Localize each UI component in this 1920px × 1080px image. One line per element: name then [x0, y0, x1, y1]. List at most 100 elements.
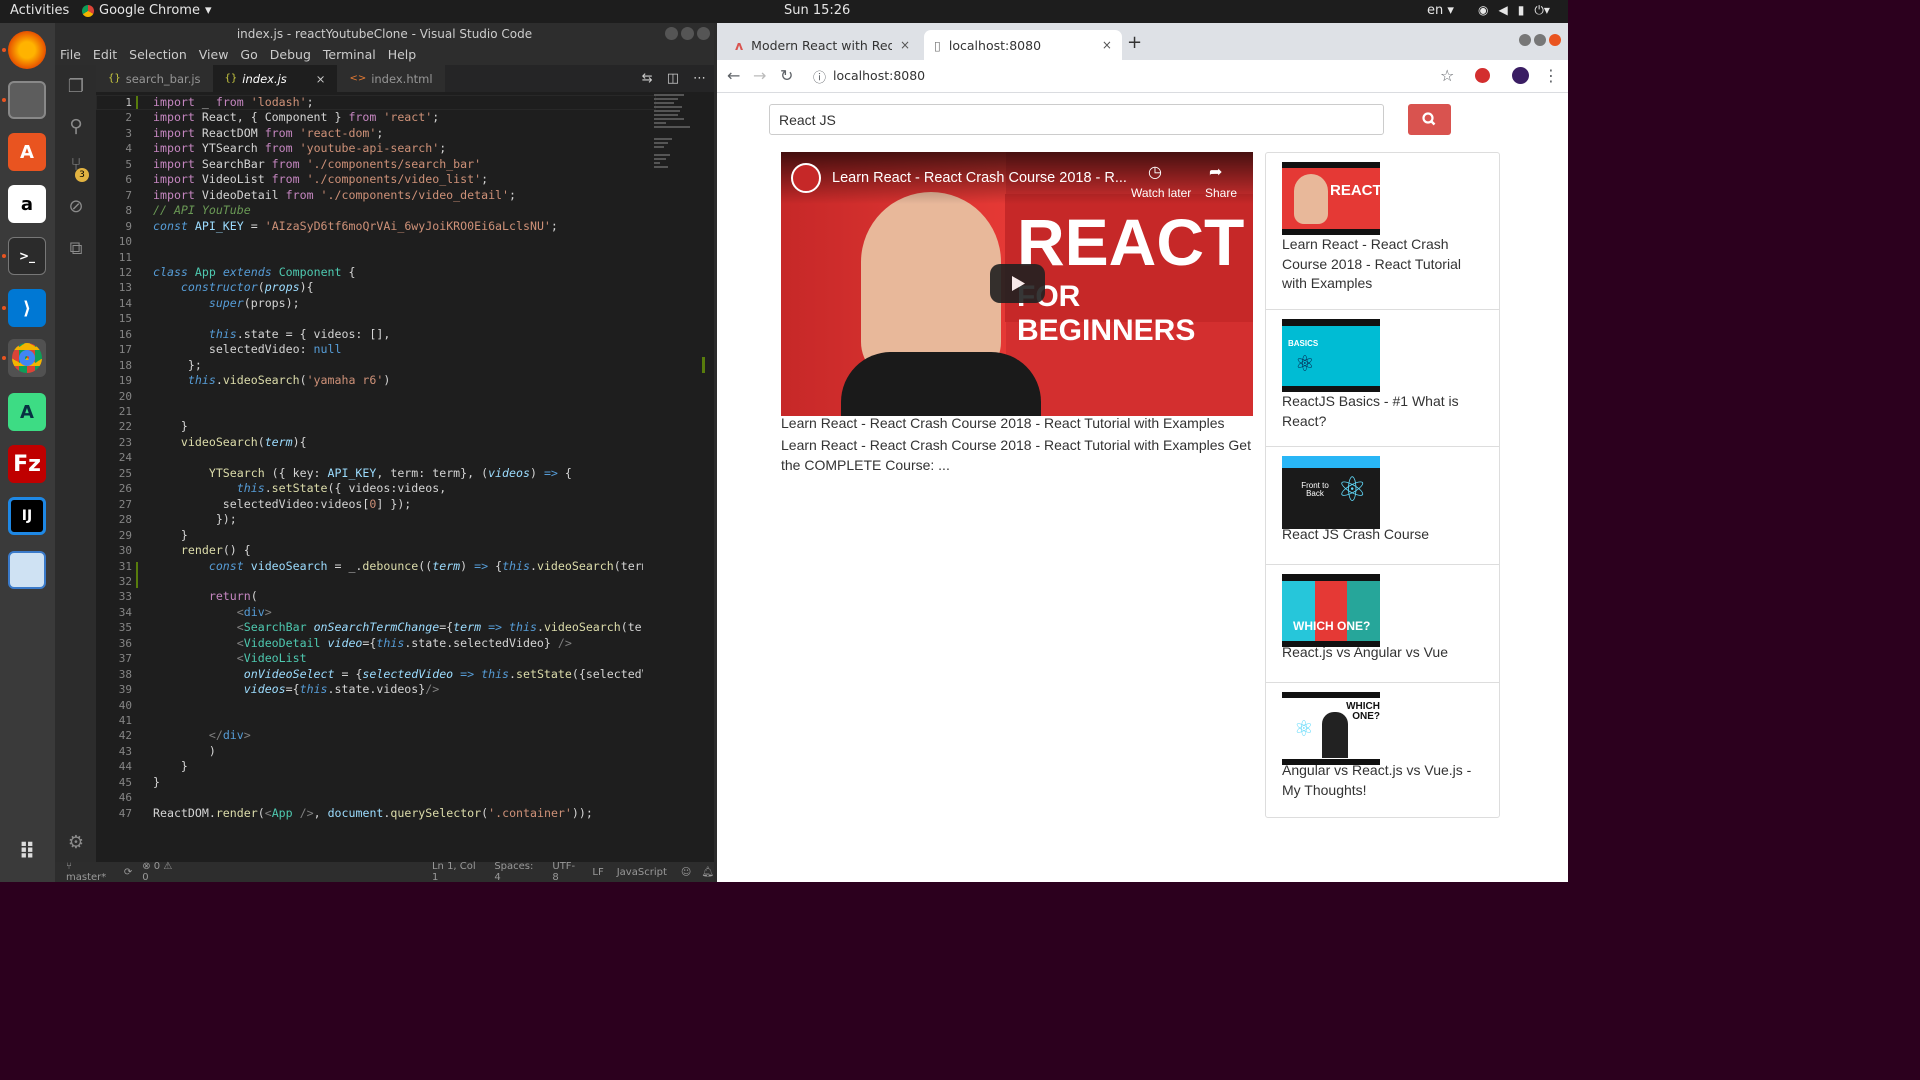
error-count: 0 [153, 861, 161, 872]
language-mode[interactable]: JavaScript [617, 867, 667, 878]
search-icon[interactable]: ⚲ [64, 115, 88, 139]
code-line: </div> [208, 728, 251, 743]
close-icon[interactable]: × [316, 72, 326, 86]
menu-icon[interactable]: ⋮ [1543, 66, 1559, 85]
channel-avatar[interactable] [791, 163, 821, 193]
extensions-icon[interactable]: ⧉ [64, 237, 88, 261]
maximize-button[interactable] [681, 27, 694, 40]
branch-indicator[interactable]: ⑂ master* [66, 861, 112, 883]
menu-help[interactable]: Help [388, 45, 417, 65]
avatar[interactable] [1512, 67, 1529, 84]
back-icon[interactable]: ← [727, 66, 740, 85]
star-icon[interactable]: ☆ [1440, 66, 1454, 85]
tab-index-html[interactable]: <> index.html [337, 65, 445, 92]
system-tray[interactable]: ◉ ◀ ▮ ⏻▾ [1478, 3, 1550, 18]
menu-view[interactable]: View [199, 45, 229, 65]
clock-icon[interactable]: ◷ [1148, 162, 1162, 182]
share-icon[interactable]: ➦ [1209, 162, 1222, 182]
clock[interactable]: Sun 15:26 [784, 3, 850, 18]
terminal-icon[interactable]: >_ [8, 237, 46, 275]
play-button[interactable] [990, 264, 1045, 303]
bell-icon[interactable]: 🔔︎ [701, 867, 714, 878]
info-icon[interactable]: ⓘ [813, 67, 826, 86]
language-indicator[interactable]: en ▾ [1427, 3, 1454, 18]
debug-icon[interactable]: ⊘ [64, 195, 88, 219]
forward-icon[interactable]: → [753, 66, 766, 85]
tab-index-js[interactable]: {} index.js × [212, 65, 338, 92]
menu-edit[interactable]: Edit [93, 45, 117, 65]
virtualbox-icon[interactable] [8, 551, 46, 589]
activities-button[interactable]: Activities [10, 3, 69, 18]
code-line: <SearchBar onSearchTermChange={term => t… [236, 620, 643, 635]
share-label[interactable]: Share [1205, 186, 1237, 200]
vscode-window: index.js - reactYoutubeClone - Visual St… [55, 23, 714, 883]
minimize-button[interactable] [1519, 34, 1531, 46]
maximize-button[interactable] [1534, 34, 1546, 46]
new-tab-button[interactable]: + [1127, 32, 1142, 53]
line-number: 28 [118, 513, 132, 527]
split-editor-icon[interactable]: ◫ [667, 65, 679, 92]
list-item[interactable]: Front to Back ⚛ React JS Crash Course [1266, 447, 1499, 565]
tab-modern-react[interactable]: ʌ Modern React with Redux × [725, 30, 920, 60]
menu-selection[interactable]: Selection [129, 45, 187, 65]
list-item[interactable]: WHICH ONE? ⚛ Angular vs React.js vs Vue.… [1266, 683, 1499, 819]
chrome-icon[interactable] [8, 339, 46, 377]
list-item[interactable]: WHICH ONE? React.js vs Angular vs Vue [1266, 565, 1499, 683]
react-logo-icon: ⚛ [1295, 351, 1315, 376]
apps-grid-icon[interactable]: ⠿ [8, 833, 46, 871]
code-editor[interactable]: 1 import _ from 'lodash'; 2 import React, {… [96, 92, 714, 862]
minimap[interactable] [654, 92, 704, 182]
search-button[interactable] [1408, 104, 1451, 135]
more-actions-icon[interactable]: ⋯ [693, 65, 706, 92]
sync-icon[interactable]: ⟳ [124, 867, 132, 878]
menu-debug[interactable]: Debug [270, 45, 311, 65]
line-number: 23 [118, 435, 132, 449]
close-button[interactable] [1549, 34, 1561, 46]
power-icon: ⏻▾ [1534, 3, 1550, 17]
intellij-icon[interactable]: IJ [8, 497, 46, 535]
feedback-icon[interactable]: ☺ [681, 867, 691, 878]
list-item[interactable]: REACT Learn React - React Crash Course 2… [1266, 153, 1499, 310]
address-bar[interactable]: localhost:8080 [833, 68, 925, 83]
gear-icon[interactable]: ⚙ [64, 831, 88, 855]
close-icon[interactable]: × [1102, 38, 1112, 52]
files-icon[interactable] [8, 81, 46, 119]
vscode-icon[interactable]: ⟩ [8, 289, 46, 327]
close-button[interactable] [697, 27, 710, 40]
adblock-icon[interactable] [1475, 68, 1490, 83]
open-changes-icon[interactable]: ⇆ [642, 65, 653, 92]
reload-icon[interactable]: ↻ [780, 66, 793, 85]
tab-localhost[interactable]: ▯ localhost:8080 × [924, 30, 1122, 60]
eol-setting[interactable]: LF [592, 867, 603, 878]
volume-icon: ◀ [1498, 3, 1508, 17]
video-player[interactable]: REACT FOR BEGINNERS Learn React - React … [781, 152, 1253, 416]
code-line: } [153, 774, 160, 789]
watch-later-label[interactable]: Watch later [1131, 186, 1191, 200]
menu-terminal[interactable]: Terminal [323, 45, 376, 65]
software-center-icon[interactable]: A [8, 133, 46, 171]
app-menu[interactable]: Google Chrome ▾ [82, 3, 212, 18]
encoding-setting[interactable]: UTF-8 [552, 861, 579, 883]
cursor-position[interactable]: Ln 1, Col 1 [432, 861, 481, 883]
video-title: Learn React - React Crash Course 2018 - … [781, 415, 1225, 431]
menu-go[interactable]: Go [240, 45, 257, 65]
menu-file[interactable]: File [60, 45, 81, 65]
firefox-icon[interactable] [8, 31, 46, 69]
indent-setting[interactable]: Spaces: 4 [494, 861, 539, 883]
close-icon[interactable]: × [900, 38, 910, 52]
android-studio-icon[interactable]: A [8, 393, 46, 431]
list-item[interactable]: BASICS ⚛ ReactJS Basics - #1 What is Rea… [1266, 310, 1499, 447]
filezilla-icon[interactable]: Fz [8, 445, 46, 483]
chrome-tab-strip: ʌ Modern React with Redux × ▯ localhost:… [717, 23, 1568, 60]
minimize-button[interactable] [665, 27, 678, 40]
code-line: videoSearch(term){ [180, 434, 307, 449]
play-icon [1012, 276, 1025, 291]
code-line: }); [153, 512, 237, 527]
tab-search-bar[interactable]: {} search_bar.js [96, 65, 213, 92]
search-input[interactable] [769, 104, 1384, 135]
amazon-icon[interactable]: a [8, 185, 46, 223]
player-title[interactable]: Learn React - React Crash Course 2018 - … [832, 170, 1127, 186]
explorer-icon[interactable]: ❐ [64, 75, 88, 99]
chrome-window: ʌ Modern React with Redux × ▯ localhost:… [717, 23, 1568, 882]
problems-indicator[interactable]: ⊗ 0 ⚠ 0 [142, 861, 179, 883]
